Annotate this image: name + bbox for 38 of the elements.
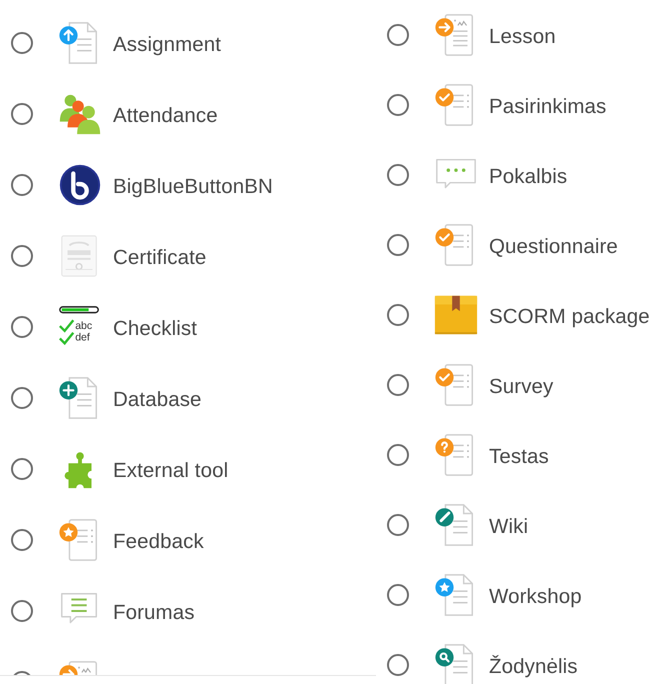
activity-label: SCORM package — [489, 305, 650, 329]
activity-label: Wiki — [489, 515, 528, 539]
activity-label: Survey — [489, 375, 554, 399]
radio-button[interactable] — [387, 94, 409, 116]
activity-label: Database — [113, 388, 202, 412]
radio-button[interactable] — [387, 444, 409, 466]
activity-label: Assignment — [113, 32, 222, 56]
activity-label: Certificate — [113, 246, 206, 270]
radio-button[interactable] — [11, 102, 33, 124]
activity-label: Lesson — [489, 25, 556, 49]
activity-label: Checklist — [113, 316, 198, 340]
activity-label: Testas — [489, 445, 549, 469]
radio-button[interactable] — [387, 654, 409, 676]
radio-button[interactable] — [387, 514, 409, 536]
radio-button[interactable] — [387, 374, 409, 396]
radio-button[interactable] — [11, 32, 33, 54]
radio-button[interactable] — [11, 528, 33, 550]
activity-label: Questionnaire — [489, 235, 618, 259]
activity-label: Pokalbis — [489, 165, 568, 189]
radio-button[interactable] — [11, 458, 33, 480]
activity-label: Forumas — [113, 600, 195, 624]
radio-button[interactable] — [11, 600, 33, 622]
activity-label: Žodynėlis — [489, 655, 578, 679]
activity-label: Pasirinkimas — [489, 95, 606, 119]
activity-label: Workshop — [489, 585, 582, 609]
activity-label: Attendance — [113, 104, 218, 128]
radio-button[interactable] — [387, 584, 409, 606]
activity-label: Feedback — [113, 530, 204, 554]
radio-button[interactable] — [11, 174, 33, 196]
activity-label: BigBlueButtonBN — [113, 174, 273, 198]
radio-button[interactable] — [11, 386, 33, 408]
radio-button[interactable] — [387, 304, 409, 326]
radio-button[interactable] — [11, 244, 33, 266]
radio-button[interactable] — [387, 24, 409, 46]
activity-label: External tool — [113, 458, 228, 482]
radio-button[interactable] — [387, 164, 409, 186]
radio-button[interactable] — [11, 316, 33, 338]
radio-button[interactable] — [387, 234, 409, 256]
